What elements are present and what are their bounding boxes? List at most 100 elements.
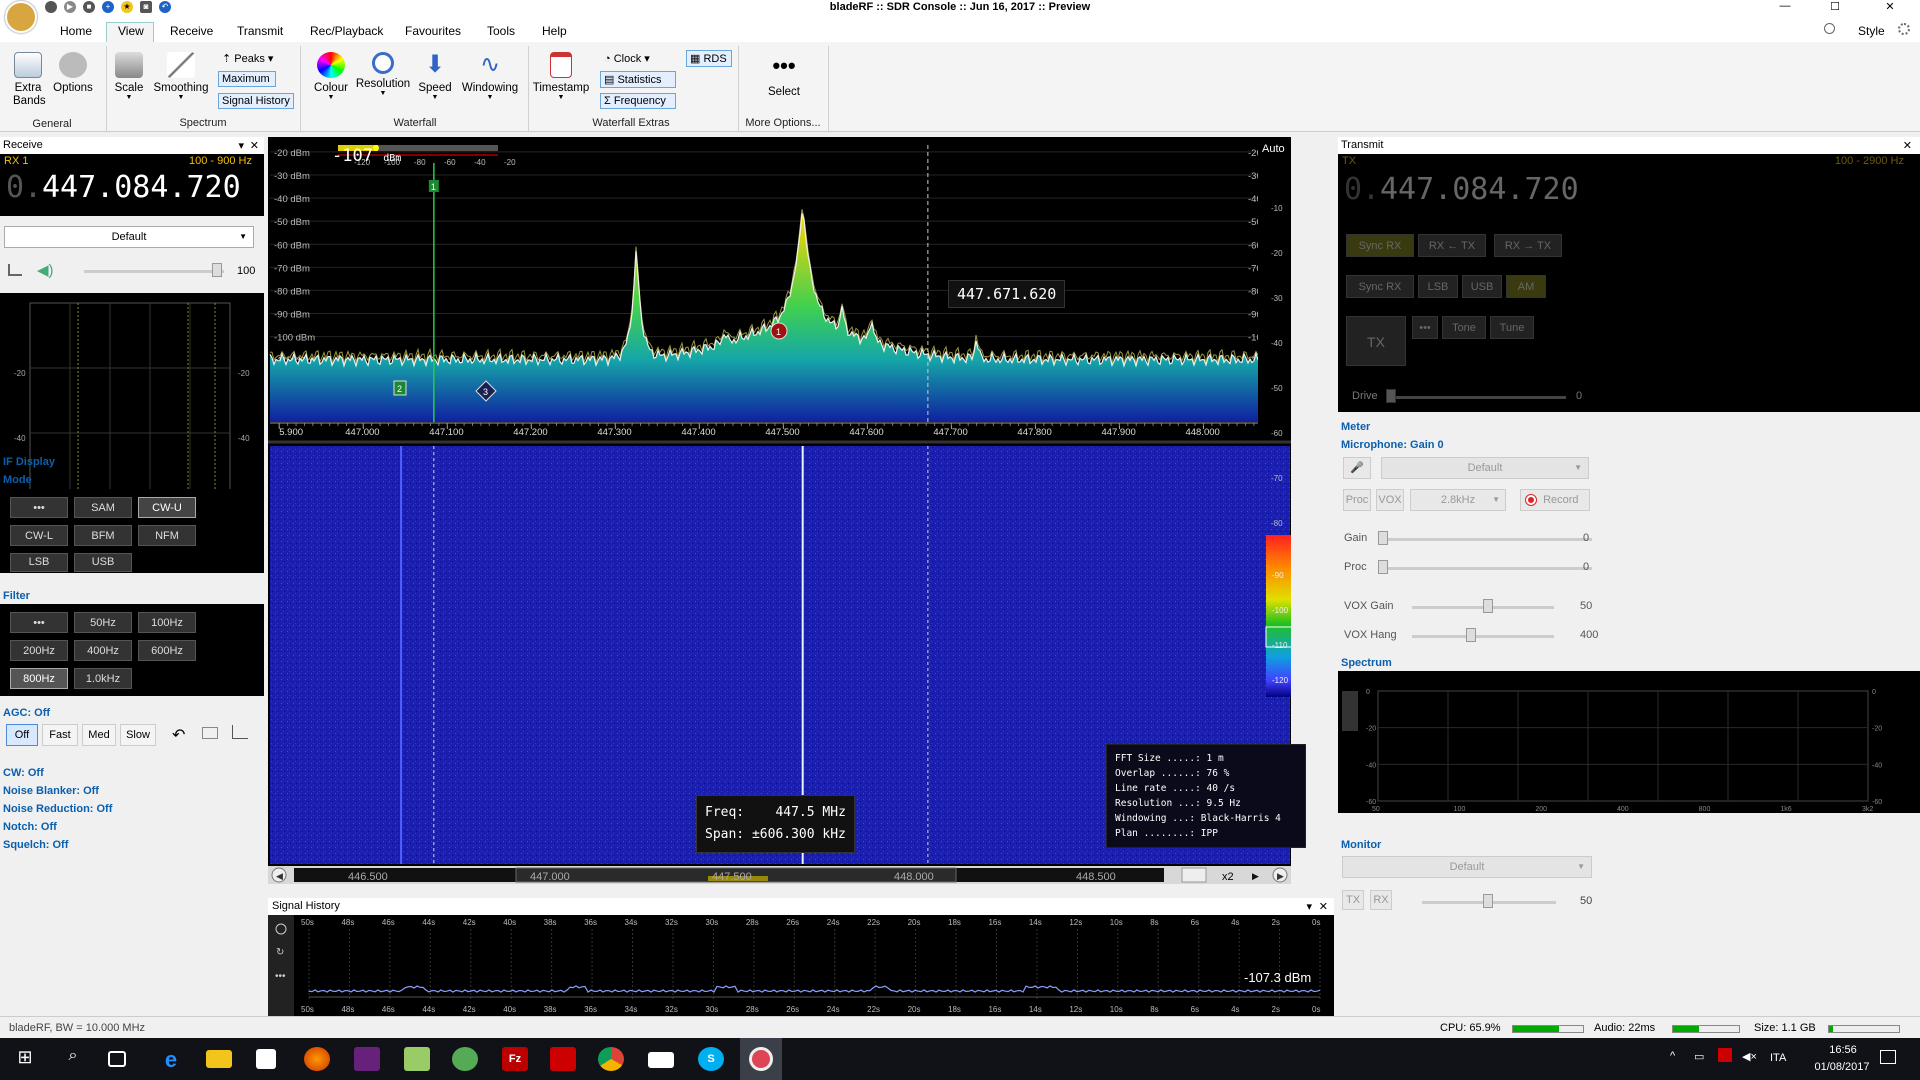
menu-favourites[interactable]: Favourites	[405, 24, 461, 38]
maximize-button[interactable]: ☐	[1820, 0, 1850, 14]
clock-dropdown[interactable]: ◔ Clock ▾	[600, 50, 654, 67]
vox-button[interactable]: VOX	[1376, 489, 1404, 511]
filter-100hz-button[interactable]: 100Hz	[138, 612, 196, 633]
mode-bfm-button[interactable]: BFM	[74, 525, 132, 546]
tx-frequency[interactable]: 447.084.720	[1380, 172, 1579, 207]
agc-fast-button[interactable]: Fast	[42, 724, 78, 746]
rx-meter-icon[interactable]	[8, 264, 22, 276]
visual-studio-icon[interactable]	[354, 1047, 380, 1071]
tx-mode-usb-button[interactable]: USB	[1462, 275, 1502, 298]
tx-slider-knob[interactable]	[1465, 628, 1476, 642]
speed-button[interactable]: ⬇ Speed ▼	[414, 52, 456, 102]
noise-reduction-toggle[interactable]: Noise Reduction: Off	[3, 803, 112, 815]
rds-toggle[interactable]: ▦ RDS	[686, 50, 732, 67]
menu-transmit[interactable]: Transmit	[237, 24, 283, 38]
volume-slider-track[interactable]	[84, 270, 224, 273]
skype-icon[interactable]: S	[698, 1047, 724, 1071]
windowing-button[interactable]: ∿ Windowing ▼	[458, 52, 522, 102]
tx-slider-track[interactable]	[1378, 538, 1592, 541]
volume-slider-knob[interactable]	[212, 263, 222, 277]
peaks-dropdown[interactable]: ⇡ Peaks ▾	[218, 50, 277, 67]
mode-lsb-button[interactable]: LSB	[10, 553, 68, 572]
notepad-icon[interactable]	[404, 1047, 430, 1071]
agc-off-button[interactable]: Off	[6, 724, 38, 746]
timestamp-button[interactable]: Timestamp ▼	[532, 52, 590, 101]
rx-frequency[interactable]: 447.084.720	[42, 170, 241, 205]
filter-1khz-button[interactable]: 1.0kHz	[74, 668, 132, 689]
app-logo-icon[interactable]	[5, 1, 37, 33]
tx-mode-lsb-button[interactable]: LSB	[1418, 275, 1458, 298]
store-icon[interactable]	[256, 1049, 276, 1069]
menu-rec-playback[interactable]: Rec/Playback	[310, 24, 383, 38]
undo-icon[interactable]: ↶	[172, 725, 185, 745]
style-icon[interactable]	[1824, 23, 1835, 34]
task-view-icon[interactable]	[108, 1051, 126, 1067]
firefox-icon[interactable]	[304, 1047, 330, 1071]
pdf-reader-icon[interactable]	[550, 1047, 576, 1071]
scale-button[interactable]: Scale ▼	[112, 52, 146, 101]
frequency-toggle[interactable]: Σ Frequency	[600, 93, 676, 109]
tx-tune-button[interactable]: Tune	[1490, 316, 1534, 339]
rx-profile-dropdown[interactable]: Default ▼	[4, 226, 254, 248]
microphone-header[interactable]: Microphone: Gain 0	[1341, 439, 1444, 451]
options-button[interactable]: Options	[50, 52, 96, 94]
filter-800hz-button[interactable]: 800Hz	[10, 668, 68, 689]
search-icon[interactable]: ⌕	[60, 1047, 86, 1071]
tx-slider-track[interactable]	[1378, 567, 1592, 570]
spectrum-area[interactable]: -20 dBm-20 dBm-30 dBm-30 dBm-40 dBm-40 d…	[268, 137, 1306, 884]
filter-600hz-button[interactable]: 600Hz	[138, 640, 196, 661]
select-button[interactable]: ••• Select	[754, 55, 814, 99]
menu-home[interactable]: Home	[60, 24, 92, 38]
monitor-rx-button[interactable]: RX	[1370, 890, 1392, 910]
tx-slider-knob[interactable]	[1378, 531, 1388, 545]
agc-slow-button[interactable]: Slow	[120, 724, 156, 746]
filter-50hz-button[interactable]: 50Hz	[74, 612, 132, 633]
tx-rx-to-tx-button[interactable]: RX → TX	[1494, 234, 1562, 257]
tx-bandwidth-dropdown[interactable]: 2.8kHz ▼	[1410, 489, 1506, 511]
tx-ptt-button[interactable]: TX	[1346, 316, 1406, 366]
statistics-toggle[interactable]: ▤ Statistics	[600, 71, 676, 88]
menu-tools[interactable]: Tools	[487, 24, 515, 38]
mode-cwl-button[interactable]: CW-L	[10, 525, 68, 546]
agc-med-button[interactable]: Med	[82, 724, 116, 746]
tray-language[interactable]: ITA	[1770, 1052, 1786, 1064]
mode-nfm-button[interactable]: NFM	[138, 525, 196, 546]
record-button[interactable]: Record	[1520, 489, 1590, 511]
mail-icon[interactable]	[648, 1052, 674, 1068]
tray-time[interactable]: 16:56	[1818, 1044, 1868, 1056]
filter-header[interactable]: Filter	[3, 590, 30, 602]
extra-bands-button[interactable]: Extra Bands	[8, 52, 48, 108]
smoothing-button[interactable]: Smoothing ▼	[150, 52, 212, 101]
close-window-button[interactable]: ✕	[1875, 0, 1905, 14]
mode-header[interactable]: Mode	[3, 474, 32, 486]
agc-graph-icon[interactable]	[232, 725, 248, 739]
tx-more-button[interactable]: •••	[1412, 316, 1438, 339]
chrome-icon[interactable]	[598, 1047, 624, 1071]
notification-icon[interactable]	[1880, 1050, 1896, 1064]
tx-tone-button[interactable]: Tone	[1442, 316, 1486, 339]
drive-slider-knob[interactable]	[1386, 389, 1396, 403]
close-icon[interactable]: ✕	[1903, 139, 1912, 152]
agc-header[interactable]: AGC: Off	[3, 707, 50, 719]
auto-button[interactable]: Auto	[1262, 143, 1285, 155]
tx-slider-track[interactable]	[1412, 635, 1554, 638]
windows-start-icon[interactable]: ⊞	[12, 1047, 38, 1071]
if-display-header[interactable]: IF Display	[3, 456, 55, 468]
filter-400hz-button[interactable]: 400Hz	[74, 640, 132, 661]
mic-profile-dropdown[interactable]: Default ▼	[1381, 457, 1589, 479]
close-icon[interactable]: ✕	[250, 139, 259, 152]
mode-usb-button[interactable]: USB	[74, 553, 132, 572]
pin-icon[interactable]: ▾	[238, 139, 244, 152]
menu-view[interactable]: View	[118, 24, 144, 38]
close-icon[interactable]: ✕	[1319, 900, 1328, 913]
filter-more-button[interactable]: •••	[10, 612, 68, 633]
tx-slider-knob[interactable]	[1378, 560, 1388, 574]
zoom-level[interactable]: x2	[1222, 871, 1234, 883]
speaker-icon[interactable]: ◀)	[37, 261, 54, 279]
maximum-toggle[interactable]: Maximum	[218, 71, 276, 87]
style-menu[interactable]: Style	[1858, 24, 1885, 38]
tx-sync-rx-button[interactable]: Sync RX	[1346, 234, 1414, 257]
signal-history-toggle[interactable]: Signal History	[218, 93, 294, 109]
cw-toggle[interactable]: CW: Off	[3, 767, 44, 779]
tray-volume-icon[interactable]: ◀×	[1742, 1050, 1757, 1063]
